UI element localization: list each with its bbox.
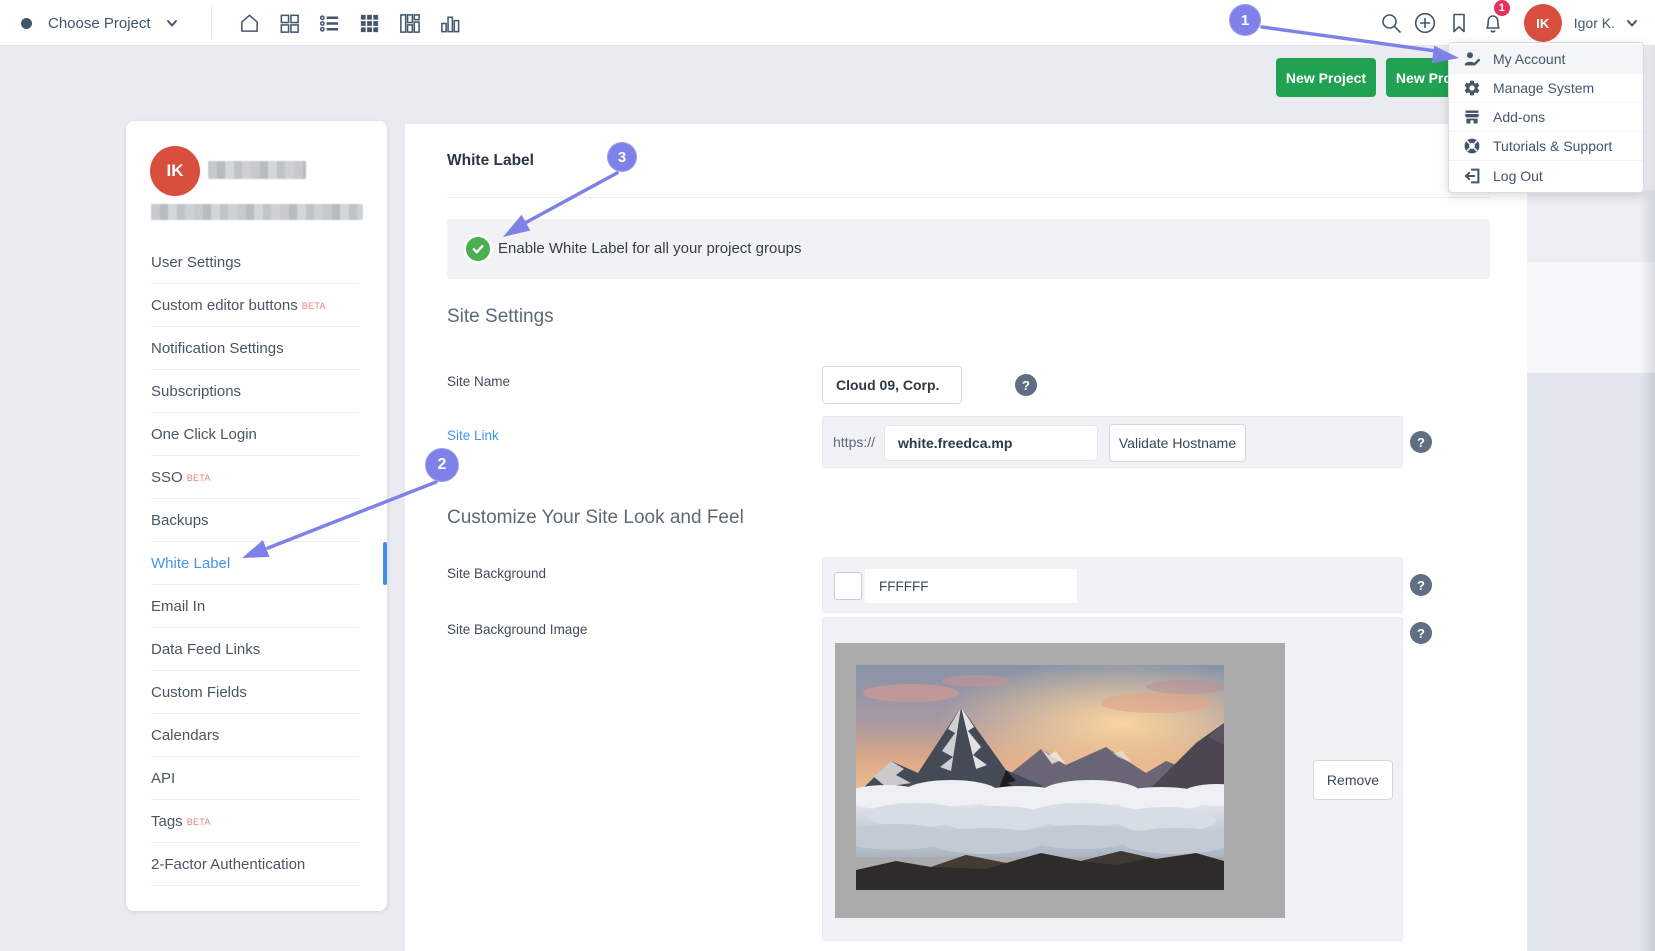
sidebar-item-data-feed-links[interactable]: Data Feed Links [126,628,387,671]
menu-item-label: My Account [1493,51,1565,67]
topbar-divider [211,7,212,39]
notification-badge[interactable]: 1 [1492,0,1512,18]
avatar[interactable]: IK [1524,4,1562,42]
bar-chart-icon[interactable] [438,11,462,35]
beta-badge: BETA [187,817,211,827]
sidebar-item-tags[interactable]: TagsBETA [126,800,387,843]
menu-item-tutorials-support[interactable]: Tutorials & Support [1449,132,1643,161]
annotation-step-1: 1 [1229,4,1261,36]
section-customize: Customize Your Site Look and Feel [447,507,744,529]
section-site-settings: Site Settings [447,306,554,328]
menu-item-label: Add-ons [1493,109,1545,125]
site-link-input[interactable] [884,425,1098,461]
help-icon[interactable]: ? [1410,431,1432,453]
menu-item-manage-system[interactable]: Manage System [1449,74,1643,103]
menu-item-log-out[interactable]: Log Out [1449,161,1643,190]
sidebar-item-2-factor-authentication[interactable]: 2-Factor Authentication [126,843,387,886]
site-background-image-panel: Remove [822,617,1403,941]
help-icon[interactable]: ? [1015,374,1037,396]
bell-icon[interactable]: 1 [1480,10,1506,36]
sidebar-item-calendars[interactable]: Calendars [126,714,387,757]
blurred-user-email [151,204,363,220]
grid-2x2-icon[interactable] [278,11,302,35]
user-name[interactable]: Igor K. [1574,15,1615,31]
settings-sidebar: IK User Settings Custom editor buttonsBE… [126,121,387,911]
sidebar-item-backups[interactable]: Backups [126,499,387,542]
cropped-panel-band [1527,190,1655,262]
chevron-down-icon[interactable] [1625,16,1639,30]
site-background-panel [822,557,1403,613]
home-icon[interactable] [238,11,262,35]
cropped-panel-white-2 [1527,262,1655,373]
top-navigation-bar: Choose Project [0,0,1655,46]
menu-item-label: Manage System [1493,80,1594,96]
project-status-dot-icon [21,18,32,29]
cropped-panel-gray [1527,373,1655,951]
sidebar-item-custom-fields[interactable]: Custom Fields [126,671,387,714]
active-item-indicator [383,542,387,585]
bookmark-icon[interactable] [1446,10,1472,36]
color-swatch[interactable] [834,572,862,600]
enable-white-label-banner: Enable White Label for all your project … [447,219,1490,279]
grid-3x3-icon[interactable] [358,11,382,35]
new-project-button[interactable]: New Project [1276,58,1376,97]
annotation-step-2: 2 [425,448,459,482]
help-icon[interactable]: ? [1410,574,1432,596]
menu-item-add-ons[interactable]: Add-ons [1449,103,1643,132]
protocol-prefix: https:// [833,417,875,467]
search-icon[interactable] [1378,10,1404,36]
sidebar-menu: User Settings Custom editor buttonsBETA … [126,241,387,886]
sidebar-item-user-settings[interactable]: User Settings [126,241,387,284]
beta-badge: BETA [302,301,326,311]
help-icon[interactable]: ? [1410,622,1432,644]
page-background: Choose Project [0,0,1655,951]
kanban-icon[interactable] [398,11,422,35]
site-name-input[interactable] [822,366,962,404]
sidebar-item-notification-settings[interactable]: Notification Settings [126,327,387,370]
enable-white-label-label: Enable White Label for all your project … [498,240,802,257]
add-icon[interactable] [1412,10,1438,36]
list-icon[interactable] [318,11,342,35]
annotation-step-3: 3 [607,142,637,172]
beta-badge: BETA [187,473,211,483]
gear-icon [1463,79,1481,97]
site-link-panel: https:// Validate Hostname [822,416,1403,468]
menu-item-label: Log Out [1493,168,1543,184]
sidebar-item-sso[interactable]: SSOBETA [126,456,387,499]
store-icon [1463,108,1481,126]
site-background-label: Site Background [447,566,546,581]
blurred-user-name [208,161,306,179]
user-dropdown-menu: My Account Manage System Add-ons Tutoria… [1448,42,1644,193]
menu-item-label: Tutorials & Support [1493,138,1612,154]
page-title: White Label [447,152,534,170]
sidebar-item-white-label[interactable]: White Label [126,542,387,585]
validate-hostname-button[interactable]: Validate Hostname [1109,424,1246,462]
image-preview-frame [835,643,1285,918]
site-name-label: Site Name [447,374,510,389]
choose-project-dropdown[interactable]: Choose Project [48,15,151,32]
lifebuoy-icon [1463,137,1481,155]
avatar: IK [150,146,200,196]
sidebar-item-one-click-login[interactable]: One Click Login [126,413,387,456]
chevron-down-icon[interactable] [165,16,179,30]
sidebar-item-email-in[interactable]: Email In [126,585,387,628]
background-image-preview [856,665,1224,890]
remove-image-button[interactable]: Remove [1313,760,1393,800]
menu-item-my-account[interactable]: My Account [1449,45,1643,74]
sidebar-item-subscriptions[interactable]: Subscriptions [126,370,387,413]
person-edit-icon [1463,50,1481,68]
logout-icon [1463,167,1481,185]
sidebar-item-custom-editor-buttons[interactable]: Custom editor buttonsBETA [126,284,387,327]
white-label-settings-panel: White Label Enable White Label for all y… [405,123,1527,951]
checked-checkbox-icon[interactable] [466,237,490,261]
site-link-label[interactable]: Site Link [447,428,499,443]
sidebar-item-api[interactable]: API [126,757,387,800]
background-color-input[interactable] [865,569,1077,603]
site-background-image-label: Site Background Image [447,622,587,637]
title-divider [447,197,1490,198]
